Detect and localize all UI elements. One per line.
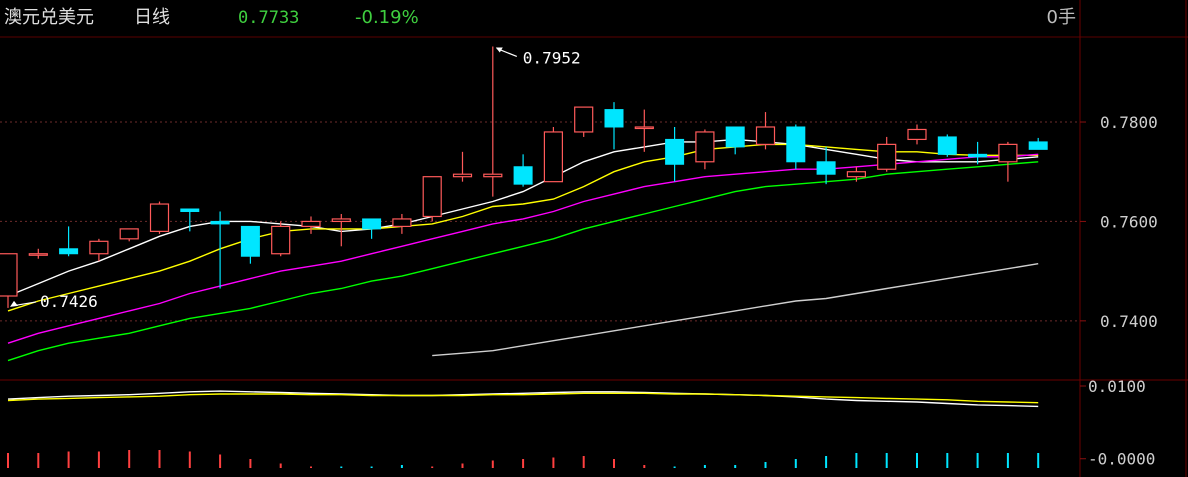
candle-body [755, 126, 776, 145]
candle-body [119, 228, 139, 240]
candle [59, 226, 79, 257]
candle-body [695, 131, 715, 163]
candle-body [362, 218, 382, 230]
candle-body [210, 220, 230, 225]
candle [119, 228, 139, 242]
candle [301, 216, 321, 234]
candle [392, 213, 412, 234]
macd-tick-label: 0.0100 [1088, 377, 1146, 396]
candle-body [998, 143, 1018, 163]
candle-body [877, 143, 897, 170]
candle [210, 211, 230, 289]
moving-average-line-5 [432, 263, 1039, 357]
candle-body [846, 171, 867, 178]
candle [725, 126, 745, 155]
candle [907, 124, 927, 145]
low-label: 0.7426 [40, 292, 98, 311]
candle [28, 248, 48, 259]
candle-body [301, 220, 321, 228]
candle-body [665, 138, 685, 165]
candle-body [422, 176, 442, 218]
candle-body [907, 128, 927, 141]
candle-body [513, 166, 533, 185]
price-axis: 0.7800 0.7600 0.7400 0.0100 -0.0000 [1080, 113, 1158, 469]
candle-body [28, 253, 48, 256]
macd-panel [7, 390, 1040, 468]
candle [665, 126, 685, 182]
candle [998, 141, 1018, 182]
candle-body [574, 106, 594, 133]
candle-body [331, 218, 351, 223]
candle [513, 154, 533, 187]
candle-body [240, 225, 260, 257]
chart-canvas[interactable]: 0.78000.76000.74000.0100-0.0000 0.79520.… [0, 0, 1188, 477]
candle [574, 106, 594, 137]
candle [149, 201, 170, 234]
candle-body [816, 161, 836, 175]
candle [362, 218, 382, 239]
candle-body [89, 240, 109, 255]
candle-body [0, 253, 18, 297]
candle-body [59, 248, 79, 255]
candle-body [452, 173, 473, 178]
candle-body [180, 208, 200, 212]
candle [240, 225, 260, 264]
candle-body [786, 126, 806, 163]
candle [755, 112, 776, 150]
candle-body [1028, 141, 1048, 150]
candle [877, 136, 897, 172]
candle [1028, 137, 1048, 150]
candle [0, 253, 18, 308]
macd-tick-label: -0.0000 [1088, 450, 1155, 469]
candle-body [483, 173, 503, 178]
price-tick-label: 0.7600 [1100, 212, 1158, 231]
candle-body [149, 203, 170, 232]
candle-body [634, 126, 654, 130]
candle [695, 129, 715, 170]
annotations: 0.7952 0.7426 [10, 47, 581, 311]
candle [452, 151, 473, 182]
candle [816, 146, 836, 185]
candle-body [271, 225, 291, 255]
low-arrowhead [10, 300, 18, 307]
price-tick-label: 0.7400 [1100, 312, 1158, 331]
candle-body [937, 136, 957, 155]
price-tick-label: 0.7800 [1100, 113, 1158, 132]
candlestick-series [0, 46, 1048, 308]
candle [422, 176, 442, 222]
candle-body [392, 218, 412, 228]
candle [89, 238, 109, 262]
candle [937, 134, 957, 157]
candle-body [604, 109, 624, 128]
candle-body [543, 131, 564, 183]
candle [786, 124, 806, 170]
high-label: 0.7952 [523, 48, 581, 67]
candle [543, 126, 564, 183]
candle [604, 102, 624, 150]
candle-body [968, 153, 988, 158]
candle [271, 221, 291, 257]
candle-body [725, 126, 745, 148]
